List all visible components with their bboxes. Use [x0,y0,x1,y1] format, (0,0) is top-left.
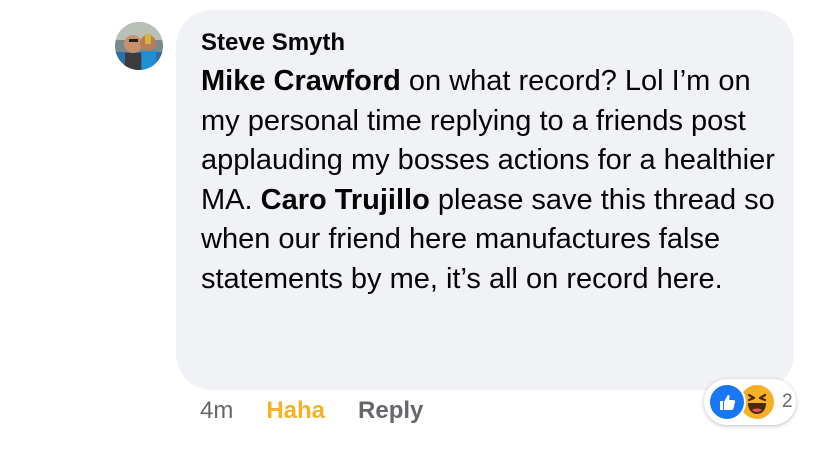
like-icon [708,383,746,421]
comment-thread: Steve Smyth Mike Crawford on what record… [0,0,828,453]
comment-timestamp[interactable]: 4m [200,397,233,425]
avatar[interactable] [115,22,163,70]
reaction-summary[interactable]: 2 [704,379,796,425]
comment-actions: 4m Haha Reply [200,393,423,429]
reply-button[interactable]: Reply [358,397,423,425]
mention-link[interactable]: Caro Trujillo [261,184,430,216]
reaction-count: 2 [782,391,793,412]
avatar-photo-icon [115,22,163,70]
comment-bubble: Steve Smyth Mike Crawford on what record… [176,10,794,390]
comment-body: Mike Crawford on what record? Lol I’m on… [201,62,781,299]
mention-link[interactable]: Mike Crawford [201,65,401,97]
comment-author[interactable]: Steve Smyth [201,28,770,58]
haha-reaction-button[interactable]: Haha [266,397,325,425]
